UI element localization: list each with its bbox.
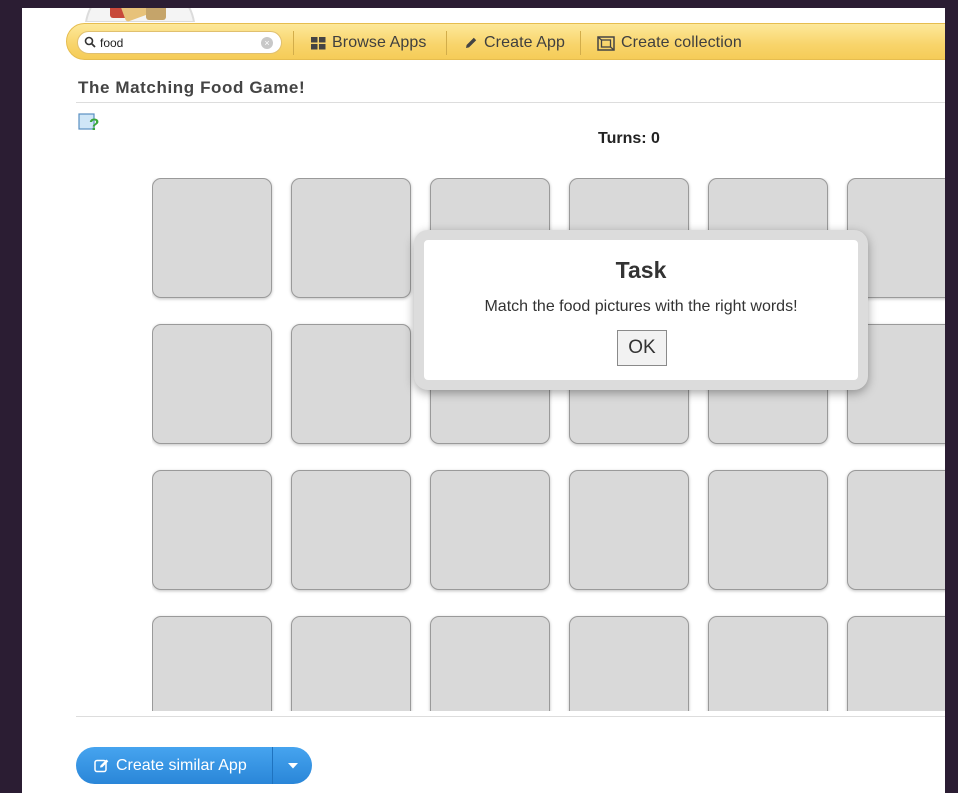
toolbar-divider <box>580 31 581 55</box>
create-collection-button[interactable]: Create collection <box>597 33 742 53</box>
collection-icon <box>597 35 615 51</box>
grid-icon <box>311 36 326 49</box>
create-similar-app-button[interactable]: Create similar App <box>76 747 272 784</box>
help-icon[interactable]: ? <box>78 112 100 134</box>
memory-card[interactable] <box>152 616 272 711</box>
memory-card[interactable] <box>847 616 945 711</box>
memory-card[interactable] <box>430 470 550 590</box>
memory-card[interactable] <box>430 616 550 711</box>
footer-divider <box>76 716 945 717</box>
search-input[interactable] <box>100 35 260 51</box>
browse-apps-button[interactable]: Browse Apps <box>311 33 426 53</box>
memory-card[interactable] <box>708 470 828 590</box>
dropdown-toggle[interactable] <box>273 747 312 784</box>
page-title: The Matching Food Game! <box>78 78 306 97</box>
memory-card[interactable] <box>708 616 828 711</box>
svg-text:?: ? <box>89 115 99 134</box>
toolbar-divider <box>446 31 447 55</box>
pencil-icon <box>466 37 477 48</box>
create-similar-app-button-group: Create similar App <box>76 747 312 784</box>
memory-card[interactable] <box>291 324 411 444</box>
memory-card[interactable] <box>291 470 411 590</box>
turns-counter: Turns: 0 <box>598 130 660 147</box>
ok-button[interactable]: OK <box>617 330 667 366</box>
title-divider <box>76 102 945 103</box>
browse-apps-label: Browse Apps <box>332 34 427 51</box>
memory-card[interactable] <box>847 470 945 590</box>
create-app-button[interactable]: Create App <box>464 33 565 53</box>
search-box: × <box>77 31 282 54</box>
page: × Browse Apps Create App <box>22 8 945 793</box>
memory-card[interactable] <box>152 324 272 444</box>
memory-card[interactable] <box>291 616 411 711</box>
create-similar-app-label: Create similar App <box>116 756 247 774</box>
dialog-message: Match the food pictures with the right w… <box>484 298 798 315</box>
memory-card[interactable] <box>152 178 272 298</box>
task-dialog: Task Match the food pictures with the ri… <box>414 230 868 390</box>
search-icon[interactable] <box>84 36 96 48</box>
app-logo-icon <box>84 8 196 22</box>
edit-icon <box>94 759 109 773</box>
toolbar-divider <box>293 31 294 55</box>
create-app-label: Create App <box>484 34 566 51</box>
top-toolbar: × Browse Apps Create App <box>66 23 945 60</box>
memory-card[interactable] <box>291 178 411 298</box>
clear-search-icon[interactable]: × <box>261 37 273 49</box>
dialog-title: Task <box>615 257 667 283</box>
memory-card[interactable] <box>569 470 689 590</box>
memory-card[interactable] <box>152 470 272 590</box>
memory-card[interactable] <box>569 616 689 711</box>
caret-down-icon <box>287 762 298 768</box>
create-collection-label: Create collection <box>621 34 742 51</box>
